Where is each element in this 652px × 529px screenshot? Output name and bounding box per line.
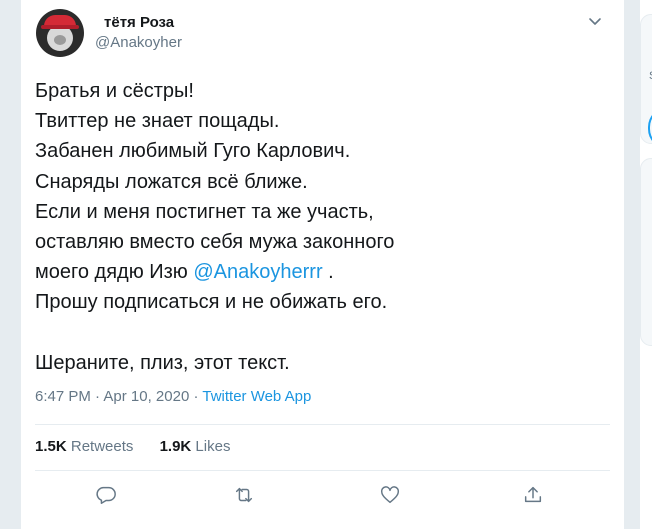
retweets-stat[interactable]: 1.5K Retweets xyxy=(35,438,133,455)
avatar[interactable] xyxy=(36,9,84,57)
tweet-meta: 6:47 PM · Apr 10, 2020 · Twitter Web App xyxy=(35,388,311,405)
mention-link[interactable]: @Anakoyherrr xyxy=(193,261,322,283)
retweet-icon[interactable] xyxy=(233,484,257,508)
share-icon[interactable] xyxy=(522,484,546,508)
tweet-date[interactable]: Apr 10, 2020 xyxy=(103,388,189,405)
tweet-text: Братья и сёстры! Твиттер не знает пощады… xyxy=(35,76,605,378)
tweet-time[interactable]: 6:47 PM xyxy=(35,388,91,405)
reply-icon[interactable] xyxy=(95,484,119,508)
sidebar-trends-card[interactable] xyxy=(640,158,652,346)
tweet-source-link[interactable]: Twitter Web App xyxy=(202,388,311,405)
tweet-line: Шераните, плиз, этот текст. xyxy=(35,351,290,374)
handle[interactable]: @Anakoyher xyxy=(95,34,182,51)
tweet-line: Снаряды ложатся всё ближе. xyxy=(35,170,308,193)
retweets-label: Retweets xyxy=(70,438,134,455)
retweets-count: 1.5K xyxy=(35,438,67,455)
like-icon[interactable] xyxy=(379,484,403,508)
separator: · xyxy=(189,388,203,405)
tweet-line: оставляю вместо себя мужа законного xyxy=(35,231,395,254)
tweet-text-segment: . xyxy=(322,261,334,284)
display-name[interactable]: тётя Роза xyxy=(104,14,174,31)
divider xyxy=(35,424,610,425)
tweet-text-segment: моего дядю Изю xyxy=(35,261,194,284)
likes-stat[interactable]: 1.9K Likes xyxy=(160,438,231,455)
tweet-stats: 1.5K Retweets 1.9K Likes xyxy=(35,438,252,455)
separator: · xyxy=(90,388,104,405)
tweet-line-mention: моего дядю Изю @Anakoyherrr . xyxy=(35,257,605,287)
tweet-line: Прошу подписаться и не обижать его. xyxy=(35,291,388,314)
right-sidebar: S xyxy=(640,0,652,529)
tweet-line: Твиттер не знает пощады. xyxy=(35,110,280,133)
chevron-down-icon[interactable] xyxy=(587,13,603,29)
divider xyxy=(35,470,610,471)
tweet-line: Забанен любимый Гуго Карлович. xyxy=(35,140,351,163)
likes-label: Likes xyxy=(195,438,231,455)
likes-count: 1.9K xyxy=(159,438,192,455)
follow-button-edge[interactable] xyxy=(648,107,652,149)
sidebar-search-card[interactable]: S xyxy=(640,14,652,149)
tweet-line: Братья и сёстры! xyxy=(35,80,194,102)
tweet-actions xyxy=(21,484,624,508)
tweet-card: тётя Роза @Anakoyher Братья и сёстры! Тв… xyxy=(20,0,625,529)
tweet-line: Если и меня постигнет та же участь, xyxy=(35,200,374,223)
